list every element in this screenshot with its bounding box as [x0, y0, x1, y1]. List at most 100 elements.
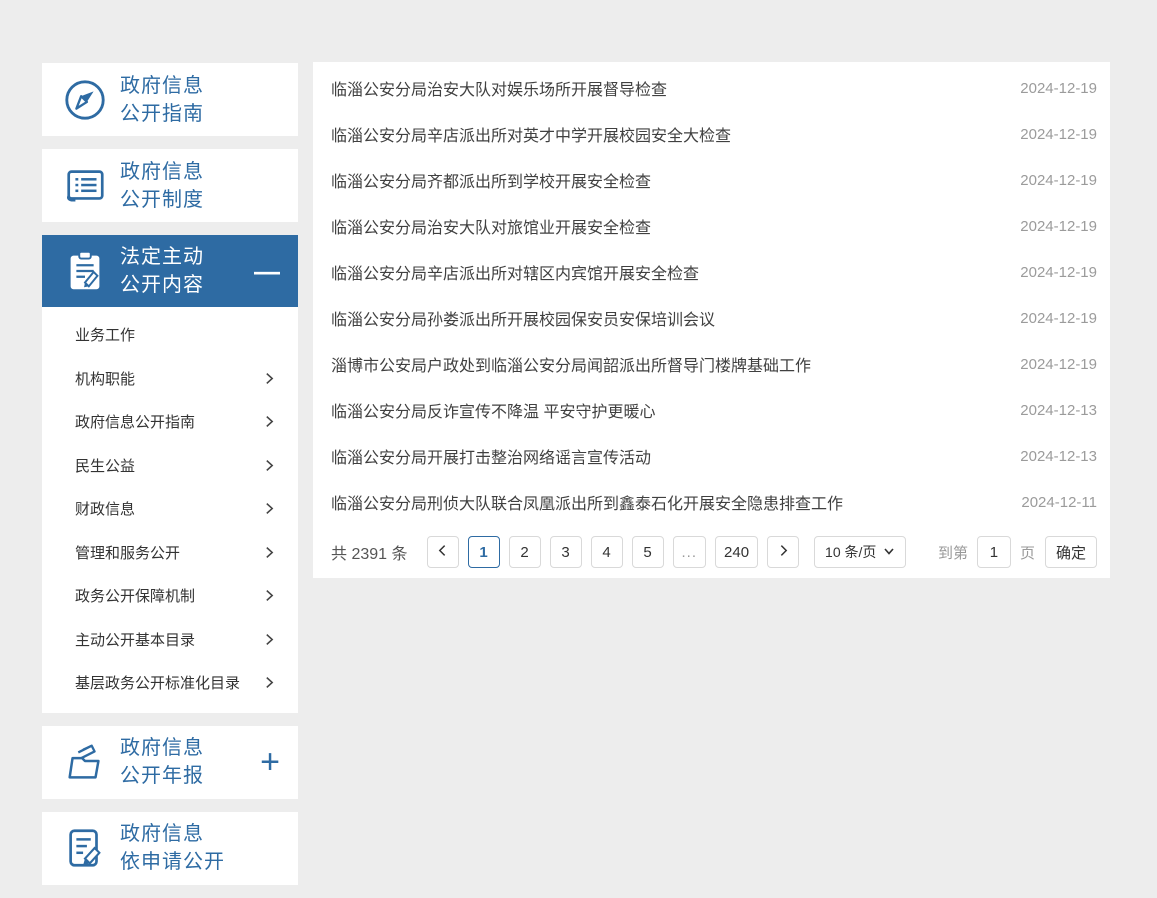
total-count-label: 共 2391 条: [331, 540, 408, 564]
label-line2: 依申请公开: [120, 848, 284, 876]
sidebar-subitem-management-service[interactable]: 管理和服务公开: [42, 531, 298, 575]
article-title[interactable]: 淄博市公安局户政处到临淄公安分局闻韶派出所督导门楼牌基础工作: [331, 352, 811, 376]
sidebar-item-label: 政府信息 公开年报: [120, 734, 256, 790]
list-item[interactable]: 临淄公安分局辛店派出所对辖区内宾馆开展安全检查 2024-12-19: [313, 249, 1110, 295]
chevron-right-icon: [263, 415, 276, 428]
sidebar-item-label: 法定主动 公开内容: [120, 243, 250, 299]
prev-page-button[interactable]: [427, 536, 459, 568]
label-line2: 公开制度: [120, 186, 284, 214]
compass-icon: [60, 77, 110, 123]
chevron-left-icon: [436, 544, 449, 561]
chevron-down-icon: [883, 544, 895, 560]
article-date: 2024-12-19: [1020, 172, 1097, 189]
label-line1: 政府信息: [120, 820, 284, 848]
article-date: 2024-12-19: [1020, 126, 1097, 143]
sidebar-item-label: 政府信息 公开指南: [120, 72, 284, 128]
chevron-right-icon: [263, 546, 276, 559]
page-button-5[interactable]: 5: [632, 536, 664, 568]
article-title[interactable]: 临淄公安分局治安大队对娱乐场所开展督导检查: [331, 76, 667, 100]
sidebar: 政府信息 公开指南 政府信息 公开制度: [42, 63, 298, 898]
subitem-label: 民生公益: [75, 455, 135, 476]
article-date: 2024-12-19: [1020, 218, 1097, 235]
list-item[interactable]: 临淄公安分局刑侦大队联合凤凰派出所到鑫泰石化开展安全隐患排查工作 2024-12…: [313, 479, 1110, 525]
page-size-select[interactable]: 10 条/页: [814, 536, 906, 568]
page-button-4[interactable]: 4: [591, 536, 623, 568]
article-title[interactable]: 临淄公安分局反诈宣传不降温 平安守护更暖心: [331, 398, 655, 422]
page-ellipsis-button[interactable]: ...: [673, 536, 707, 568]
chevron-right-icon: [263, 676, 276, 689]
sidebar-item-disclosure-system[interactable]: 政府信息 公开制度: [42, 149, 298, 222]
page-size-value: 10 条/页: [825, 542, 876, 562]
label-line1: 法定主动: [120, 243, 250, 271]
article-title[interactable]: 临淄公安分局开展打击整治网络谣言宣传活动: [331, 444, 651, 468]
sidebar-item-annual-report[interactable]: 政府信息 公开年报 +: [42, 726, 298, 799]
sidebar-subitem-org-functions[interactable]: 机构职能: [42, 357, 298, 401]
list-item[interactable]: 淄博市公安局户政处到临淄公安分局闻韶派出所督导门楼牌基础工作 2024-12-1…: [313, 341, 1110, 387]
article-list-panel: 临淄公安分局治安大队对娱乐场所开展督导检查 2024-12-19 临淄公安分局辛…: [313, 62, 1110, 578]
request-doc-icon: [60, 825, 110, 871]
article-date: 2024-12-13: [1020, 402, 1097, 419]
article-title[interactable]: 临淄公安分局孙娄派出所开展校园保安员安保培训会议: [331, 306, 715, 330]
page-button-3[interactable]: 3: [550, 536, 582, 568]
subitem-label: 机构职能: [75, 368, 135, 389]
sidebar-item-label: 政府信息 公开制度: [120, 158, 284, 214]
list-item[interactable]: 临淄公安分局齐都派出所到学校开展安全检查 2024-12-19: [313, 157, 1110, 203]
chevron-right-icon: [263, 502, 276, 515]
label-line1: 政府信息: [120, 72, 284, 100]
pagination-bar: 共 2391 条 1 2 3 4 5 ... 240 10 条/页 到第 页 确…: [313, 527, 1110, 577]
subitem-label: 管理和服务公开: [75, 542, 180, 563]
subitem-label: 主动公开基本目录: [75, 629, 195, 650]
collapse-icon[interactable]: —: [250, 258, 284, 284]
sidebar-item-disclosure-upon-request[interactable]: 政府信息 依申请公开: [42, 812, 298, 885]
label-line2: 公开指南: [120, 100, 284, 128]
subitem-label: 基层政务公开标准化目录: [75, 672, 240, 693]
sidebar-subitem-safeguard-mechanism[interactable]: 政务公开保障机制: [42, 574, 298, 618]
goto-page-input[interactable]: [977, 536, 1011, 568]
list-item[interactable]: 临淄公安分局治安大队对旅馆业开展安全检查 2024-12-19: [313, 203, 1110, 249]
sidebar-subitem-business-work[interactable]: 业务工作: [42, 313, 298, 357]
sidebar-subitem-livelihood-welfare[interactable]: 民生公益: [42, 444, 298, 488]
page-button-240[interactable]: 240: [715, 536, 758, 568]
article-date: 2024-12-19: [1020, 80, 1097, 97]
next-page-button[interactable]: [767, 536, 799, 568]
list-item[interactable]: 临淄公安分局孙娄派出所开展校园保安员安保培训会议 2024-12-19: [313, 295, 1110, 341]
article-date: 2024-12-19: [1020, 310, 1097, 327]
label-line1: 政府信息: [120, 158, 284, 186]
list-item[interactable]: 临淄公安分局辛店派出所对英才中学开展校园安全大检查 2024-12-19: [313, 111, 1110, 157]
sidebar-item-disclosure-guide[interactable]: 政府信息 公开指南: [42, 63, 298, 136]
sidebar-subitem-basic-catalog[interactable]: 主动公开基本目录: [42, 618, 298, 662]
subitem-label: 财政信息: [75, 498, 135, 519]
chevron-right-icon: [263, 633, 276, 646]
folder-report-icon: [60, 739, 110, 785]
goto-label: 到第: [938, 542, 968, 563]
article-title[interactable]: 临淄公安分局刑侦大队联合凤凰派出所到鑫泰石化开展安全隐患排查工作: [331, 490, 843, 514]
clipboard-pencil-icon: [60, 248, 110, 294]
article-title[interactable]: 临淄公安分局辛店派出所对英才中学开展校园安全大检查: [331, 122, 731, 146]
label-line1: 政府信息: [120, 734, 256, 762]
sidebar-subitem-disclosure-guide[interactable]: 政府信息公开指南: [42, 400, 298, 444]
article-title[interactable]: 临淄公安分局辛店派出所对辖区内宾馆开展安全检查: [331, 260, 699, 284]
page-button-2[interactable]: 2: [509, 536, 541, 568]
page-button-1[interactable]: 1: [468, 536, 500, 568]
sidebar-subitem-grassroots-catalog[interactable]: 基层政务公开标准化目录: [42, 661, 298, 705]
chevron-right-icon: [263, 589, 276, 602]
list-item[interactable]: 临淄公安分局治安大队对娱乐场所开展督导检查 2024-12-19: [313, 65, 1110, 111]
confirm-button[interactable]: 确定: [1045, 536, 1097, 568]
sidebar-item-statutory-disclosure[interactable]: 法定主动 公开内容 —: [42, 235, 298, 307]
subitem-label: 政府信息公开指南: [75, 411, 195, 432]
article-title[interactable]: 临淄公安分局齐都派出所到学校开展安全检查: [331, 168, 651, 192]
chevron-right-icon: [263, 459, 276, 472]
sidebar-group-statutory-disclosure: 法定主动 公开内容 — 业务工作 机构职能 政府信息公开指南 民生公益 财政: [42, 235, 298, 713]
subitem-label: 业务工作: [75, 324, 135, 345]
policy-book-icon: [60, 163, 110, 209]
article-title[interactable]: 临淄公安分局治安大队对旅馆业开展安全检查: [331, 214, 651, 238]
expand-icon[interactable]: +: [256, 745, 284, 779]
chevron-right-icon: [263, 372, 276, 385]
list-item[interactable]: 临淄公安分局反诈宣传不降温 平安守护更暖心 2024-12-13: [313, 387, 1110, 433]
goto-unit-label: 页: [1020, 542, 1035, 563]
sidebar-subitem-fiscal-info[interactable]: 财政信息: [42, 487, 298, 531]
article-date: 2024-12-13: [1020, 448, 1097, 465]
label-line2: 公开内容: [120, 271, 250, 299]
list-item[interactable]: 临淄公安分局开展打击整治网络谣言宣传活动 2024-12-13: [313, 433, 1110, 479]
sidebar-submenu: 业务工作 机构职能 政府信息公开指南 民生公益 财政信息 管理和服务公开: [42, 307, 298, 713]
